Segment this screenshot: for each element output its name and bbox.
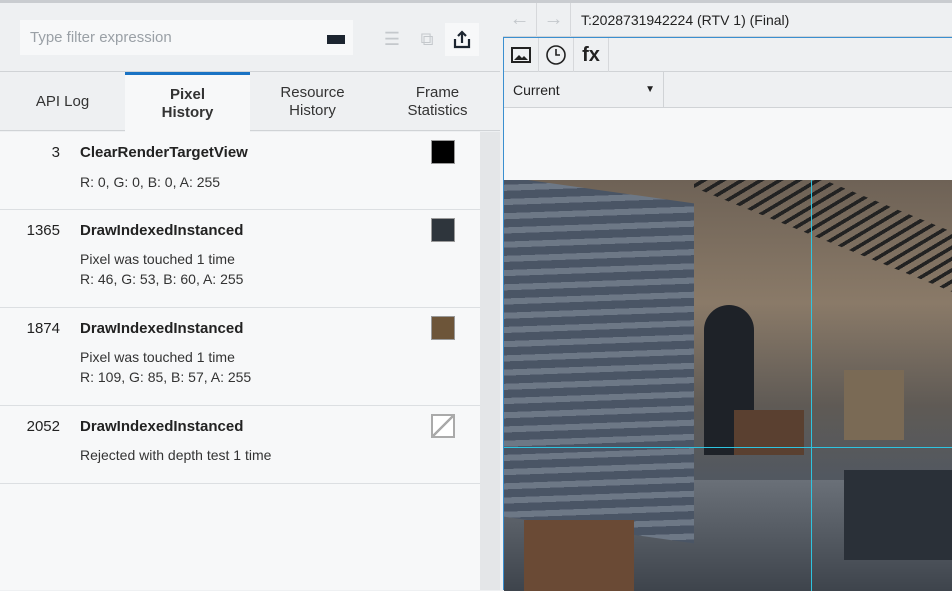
chevron-down-icon: ▼	[645, 84, 655, 95]
scrollbar[interactable]	[480, 132, 500, 590]
tab-resource-history[interactable]: Resource History	[250, 72, 375, 132]
list-view-button[interactable]: ☰	[375, 23, 409, 56]
event-name: DrawIndexedInstanced	[80, 320, 244, 337]
touch-count: Pixel was touched 1 time	[80, 251, 235, 267]
history-item[interactable]: 3 ClearRenderTargetView R: 0, G: 0, B: 0…	[0, 132, 480, 210]
color-swatch	[431, 218, 455, 242]
fx-icon[interactable]: fx	[574, 38, 609, 72]
texture-viewer: ← → T:2028731942224 (RTV 1) (Final) fx C…	[503, 2, 952, 591]
pixel-history-list: 3 ClearRenderTargetView R: 0, G: 0, B: 0…	[0, 132, 480, 590]
render-target-image[interactable]	[504, 180, 952, 591]
crosshair-horizontal	[504, 447, 952, 448]
event-name: DrawIndexedInstanced	[80, 222, 244, 239]
history-item[interactable]: 1365 DrawIndexedInstanced Pixel was touc…	[0, 210, 480, 308]
export-button[interactable]	[445, 23, 479, 56]
event-name: ClearRenderTargetView	[80, 144, 248, 161]
event-name: DrawIndexedInstanced	[80, 418, 244, 435]
tab-api-log[interactable]: API Log	[0, 72, 125, 132]
color-swatch	[431, 140, 455, 164]
filter-box[interactable]	[20, 20, 353, 55]
color-value: R: 46, G: 53, B: 60, A: 255	[80, 271, 244, 287]
event-id: 3	[51, 144, 60, 161]
history-item[interactable]: 2052 DrawIndexedInstanced Rejected with …	[0, 406, 480, 484]
event-id: 2052	[26, 418, 60, 435]
collapse-button[interactable]: ⧉	[410, 23, 444, 56]
history-item[interactable]: 1874 DrawIndexedInstanced Pixel was touc…	[0, 308, 480, 406]
rejection-text: Rejected with depth test 1 time	[80, 447, 272, 463]
filter-input[interactable]	[30, 29, 320, 46]
color-value: R: 109, G: 85, B: 57, A: 255	[80, 369, 252, 385]
event-id: 1874	[26, 320, 60, 337]
history-clock-icon[interactable]	[539, 38, 574, 72]
resource-title: T:2028731942224 (RTV 1) (Final)	[581, 11, 790, 28]
crosshair-vertical	[811, 180, 812, 591]
select-value: Current	[513, 81, 560, 98]
image-icon[interactable]	[504, 38, 539, 72]
view-select[interactable]: Current ▼	[504, 72, 664, 107]
tab-bar: API Log Pixel History Resource History F…	[0, 71, 500, 133]
share-icon	[453, 29, 471, 48]
forward-arrow-icon[interactable]: →	[537, 2, 571, 37]
touch-count: Pixel was touched 1 time	[80, 349, 235, 365]
filter-toggle-icon[interactable]	[327, 32, 345, 44]
event-id: 1365	[26, 222, 60, 239]
no-color-icon	[431, 414, 455, 438]
tab-pixel-history[interactable]: Pixel History	[125, 72, 250, 133]
tab-frame-statistics[interactable]: Frame Statistics	[375, 72, 500, 132]
color-swatch	[431, 316, 455, 340]
back-arrow-icon[interactable]: ←	[503, 2, 537, 37]
left-panel: ☰ ⧉ API Log Pixel History Resource Histo…	[0, 3, 500, 590]
color-value: R: 0, G: 0, B: 0, A: 255	[80, 174, 221, 190]
